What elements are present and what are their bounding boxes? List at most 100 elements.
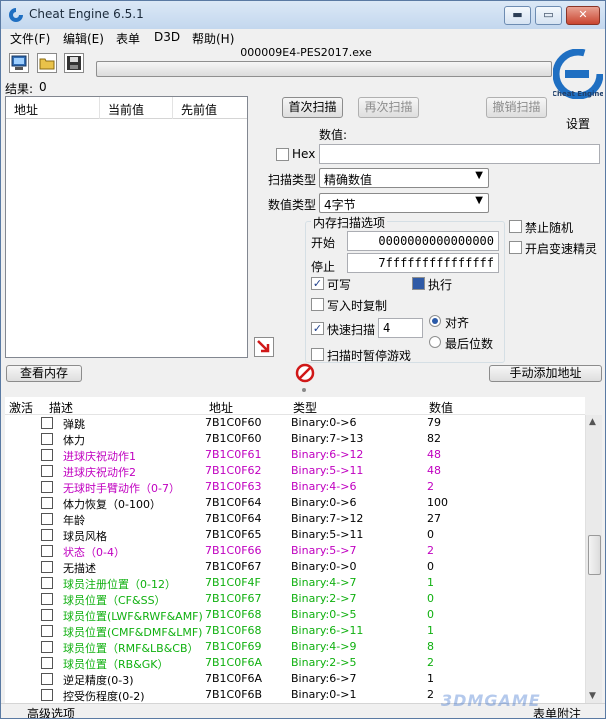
table-row[interactable]: 球员注册位置（0-12） 7B1C0F4F Binary:4->7 1 bbox=[5, 575, 585, 591]
active-checkbox[interactable] bbox=[41, 417, 53, 429]
column-address[interactable]: 地址 bbox=[14, 101, 38, 118]
scroll-down-icon[interactable]: ▼ bbox=[589, 691, 596, 701]
scan-type-label: 扫描类型 bbox=[268, 173, 317, 187]
table-row[interactable]: 状态（0-4） 7B1C0F66 Binary:5->7 2 bbox=[5, 543, 585, 559]
fast-scan-checkbox[interactable]: ✓ bbox=[311, 322, 324, 335]
pause-game-checkbox[interactable] bbox=[311, 348, 324, 361]
cell-description: 逆足精度(0-3) bbox=[63, 674, 134, 687]
active-checkbox[interactable] bbox=[41, 449, 53, 461]
table-row[interactable]: 无球时手臂动作（0-7） 7B1C0F63 Binary:4->6 2 bbox=[5, 479, 585, 495]
active-checkbox[interactable] bbox=[41, 561, 53, 573]
active-checkbox[interactable] bbox=[41, 481, 53, 493]
maximize-button[interactable]: ▭ bbox=[535, 6, 562, 25]
menu-help[interactable]: 帮助(H) bbox=[192, 30, 234, 47]
active-checkbox[interactable] bbox=[41, 657, 53, 669]
save-file-button[interactable] bbox=[64, 53, 84, 73]
table-row[interactable]: 年龄 7B1C0F64 Binary:7->12 27 bbox=[5, 511, 585, 527]
table-row[interactable]: 无描述 7B1C0F67 Binary:0->0 0 bbox=[5, 559, 585, 575]
cell-type: Binary:0->6 bbox=[291, 496, 357, 509]
fast-scan-alignment-input[interactable]: 4 bbox=[378, 318, 423, 338]
no-entry-icon[interactable] bbox=[295, 363, 315, 383]
hex-checkbox[interactable] bbox=[276, 148, 289, 161]
memory-scan-options-title: 内存扫描选项 bbox=[311, 214, 388, 231]
column-description[interactable]: 描述 bbox=[49, 399, 73, 416]
table-row[interactable]: 球员位置(LWF&RWF&AMF) 7B1C0F68 Binary:0->5 0 bbox=[5, 607, 585, 623]
scrollbar-thumb[interactable] bbox=[588, 535, 601, 575]
active-checkbox[interactable] bbox=[41, 513, 53, 525]
copy-on-write-checkbox[interactable] bbox=[311, 298, 324, 311]
active-checkbox[interactable] bbox=[41, 641, 53, 653]
menu-file[interactable]: 文件(F) bbox=[10, 30, 50, 47]
scan-value-input[interactable] bbox=[319, 144, 600, 164]
minimize-button[interactable]: ▬ bbox=[504, 6, 531, 25]
executable-checkbox[interactable] bbox=[412, 277, 425, 290]
scan-type-select[interactable]: 精确数值 ▼ bbox=[319, 168, 489, 188]
column-value[interactable]: 数值 bbox=[429, 399, 453, 416]
stop-address-input[interactable]: 7fffffffffffffff bbox=[347, 253, 499, 273]
splitter-grip-icon[interactable] bbox=[301, 387, 307, 393]
active-checkbox[interactable] bbox=[41, 465, 53, 477]
table-row[interactable]: 体力 7B1C0F60 Binary:7->13 82 bbox=[5, 431, 585, 447]
column-type[interactable]: 类型 bbox=[293, 399, 317, 416]
align-radio[interactable] bbox=[429, 315, 441, 327]
add-to-list-button[interactable] bbox=[254, 337, 274, 357]
unrandomizer-checkbox[interactable] bbox=[509, 220, 522, 233]
settings-label[interactable]: 设置 bbox=[566, 115, 590, 132]
table-row[interactable]: 球员风格 7B1C0F65 Binary:5->11 0 bbox=[5, 527, 585, 543]
title-bar[interactable]: Cheat Engine 6.5.1 ▬ ▭ ✕ bbox=[1, 1, 605, 29]
active-checkbox[interactable] bbox=[41, 545, 53, 557]
writable-label: 可写 bbox=[327, 278, 352, 292]
cell-value: 2 bbox=[427, 480, 434, 493]
active-checkbox[interactable] bbox=[41, 689, 53, 701]
active-checkbox[interactable] bbox=[41, 529, 53, 541]
undo-scan-button[interactable]: 撤销扫描 bbox=[486, 97, 547, 118]
start-address-input[interactable]: 0000000000000000 bbox=[347, 231, 499, 251]
next-scan-button[interactable]: 再次扫描 bbox=[358, 97, 419, 118]
value-type-select[interactable]: 4字节 ▼ bbox=[319, 193, 489, 213]
add-address-manually-button[interactable]: 手动添加地址 bbox=[489, 365, 602, 382]
writable-checkbox[interactable]: ✓ bbox=[311, 277, 324, 290]
found-address-list[interactable]: 地址 当前值 先前值 bbox=[5, 96, 248, 358]
cell-address: 7B1C0F60 bbox=[205, 432, 262, 445]
table-row[interactable]: 弹跳 7B1C0F60 Binary:0->6 79 bbox=[5, 415, 585, 431]
active-checkbox[interactable] bbox=[41, 497, 53, 509]
active-checkbox[interactable] bbox=[41, 609, 53, 621]
table-row[interactable]: 进球庆祝动作1 7B1C0F61 Binary:6->12 48 bbox=[5, 447, 585, 463]
menu-d3d[interactable]: D3D bbox=[154, 30, 180, 44]
cell-type: Binary:0->5 bbox=[291, 608, 357, 621]
first-scan-button[interactable]: 首次扫描 bbox=[282, 97, 343, 118]
active-checkbox[interactable] bbox=[41, 593, 53, 605]
menu-edit[interactable]: 编辑(E) bbox=[63, 30, 104, 47]
active-checkbox[interactable] bbox=[41, 625, 53, 637]
active-checkbox[interactable] bbox=[41, 433, 53, 445]
settings-logo-icon[interactable]: Cheat Engine bbox=[553, 49, 603, 99]
table-row[interactable]: 球员位置(CMF&DMF&LMF) 7B1C0F68 Binary:6->11 1 bbox=[5, 623, 585, 639]
scroll-up-icon[interactable]: ▲ bbox=[589, 417, 596, 427]
menu-table[interactable]: 表单 bbox=[116, 30, 140, 47]
close-button[interactable]: ✕ bbox=[566, 6, 600, 25]
table-row[interactable]: 球员位置（RMF&LB&CB） 7B1C0F69 Binary:4->9 8 bbox=[5, 639, 585, 655]
table-row[interactable]: 球员位置（CF&SS） 7B1C0F67 Binary:2->7 0 bbox=[5, 591, 585, 607]
column-address[interactable]: 地址 bbox=[209, 399, 233, 416]
table-row[interactable]: 逆足精度(0-3) 7B1C0F6A Binary:6->7 1 bbox=[5, 671, 585, 687]
cell-value: 1 bbox=[427, 624, 434, 637]
view-memory-button[interactable]: 查看内存 bbox=[6, 365, 82, 382]
cheat-engine-window: Cheat Engine 6.5.1 ▬ ▭ ✕ 文件(F) 编辑(E) 表单 … bbox=[0, 0, 606, 719]
cell-value: 2 bbox=[427, 688, 434, 701]
table-row[interactable]: 进球庆祝动作2 7B1C0F62 Binary:5->11 48 bbox=[5, 463, 585, 479]
last-digits-radio[interactable] bbox=[429, 336, 441, 348]
active-checkbox[interactable] bbox=[41, 577, 53, 589]
advanced-options-link[interactable]: 高级选项 bbox=[27, 705, 75, 718]
table-row[interactable]: 体力恢复（0-100） 7B1C0F64 Binary:0->6 100 bbox=[5, 495, 585, 511]
active-checkbox[interactable] bbox=[41, 673, 53, 685]
column-current-value[interactable]: 当前值 bbox=[108, 101, 144, 118]
open-file-button[interactable] bbox=[37, 53, 57, 73]
column-previous-value[interactable]: 先前值 bbox=[181, 101, 217, 118]
column-active[interactable]: 激活 bbox=[9, 399, 33, 416]
select-process-button[interactable] bbox=[9, 53, 29, 73]
cheat-table[interactable]: 弹跳 7B1C0F60 Binary:0->6 79 体力 7B1C0F60 Binary:… bbox=[5, 415, 585, 703]
speedhack-checkbox[interactable] bbox=[509, 241, 522, 254]
table-row[interactable]: 球员位置（RB&GK） 7B1C0F6A Binary:2->5 2 bbox=[5, 655, 585, 671]
cheat-table-scrollbar[interactable]: ▲ ▼ bbox=[585, 415, 602, 703]
computer-icon bbox=[11, 55, 27, 70]
